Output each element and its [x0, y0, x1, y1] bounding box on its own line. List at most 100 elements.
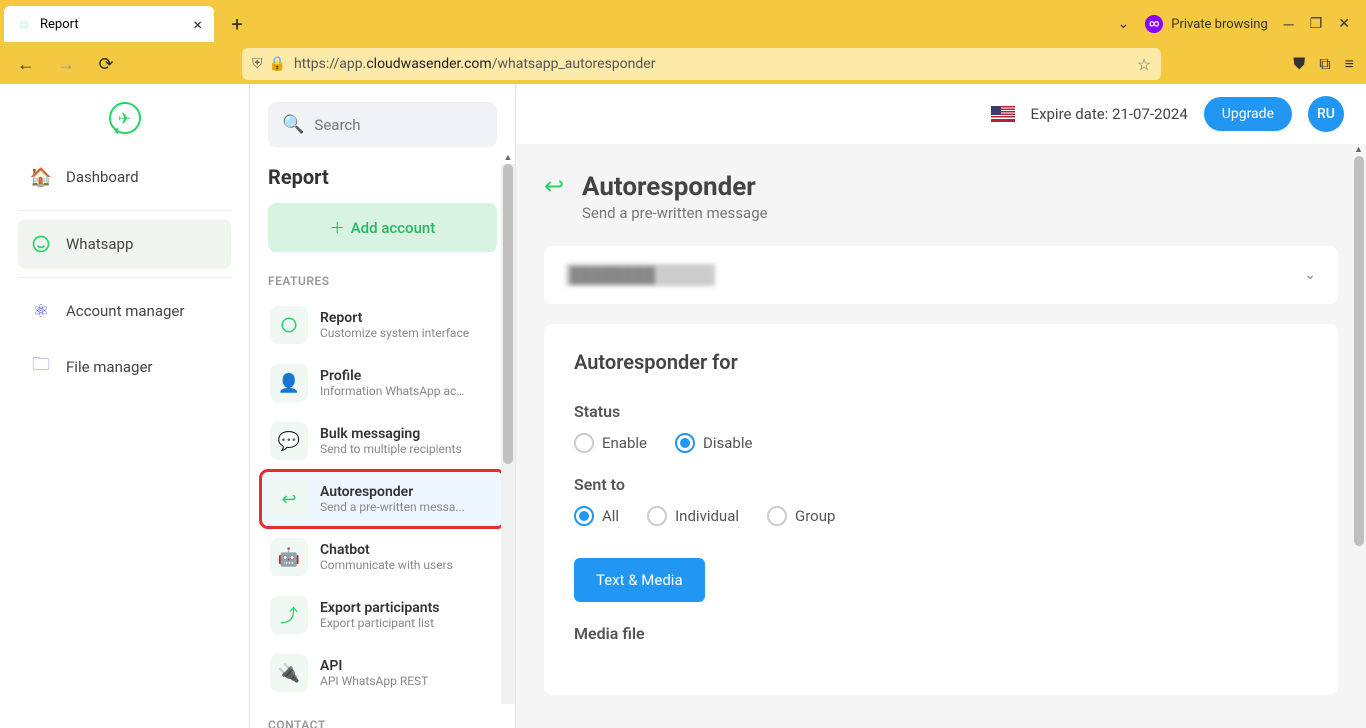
export-icon: ⤴	[270, 596, 308, 634]
reload-button[interactable]: ⟳	[92, 50, 120, 78]
url-text: https://app.cloudwasender.com/whatsapp_a…	[294, 56, 1129, 72]
flag-us-icon[interactable]	[991, 106, 1015, 122]
feature-desc: Information WhatsApp acc...	[320, 384, 470, 398]
feature-item-report[interactable]: Report Customize system interface	[260, 296, 505, 354]
chevron-down-icon: ⌄	[1304, 267, 1316, 283]
search-icon: 🔍	[282, 114, 304, 135]
feature-item-autoresponder[interactable]: ↩ Autoresponder Send a pre-written messa…	[260, 470, 505, 528]
home-icon: 🏠	[30, 166, 52, 188]
whatsapp-icon: ◌	[16, 16, 32, 32]
whatsapp-icon	[30, 233, 52, 255]
radio-icon	[675, 433, 695, 453]
chevron-down-icon[interactable]: ⌄	[1118, 16, 1130, 32]
new-tab-button[interactable]: +	[222, 9, 252, 39]
close-icon[interactable]: ×	[193, 15, 202, 34]
feature-title: API	[320, 658, 428, 674]
browser-tab[interactable]: ◌ Report ×	[4, 6, 214, 42]
feature-desc: Export participant list	[320, 616, 440, 630]
feature-item-bulk-messaging[interactable]: 💬 Bulk messaging Send to multiple recipi…	[260, 412, 505, 470]
sidebar-item-label: File manager	[66, 358, 152, 376]
scrollbar-thumb[interactable]	[1354, 156, 1364, 546]
feature-title: Autoresponder	[320, 484, 465, 500]
autoresponder-form: Autoresponder for Status Enable Disable	[544, 324, 1338, 695]
status-label: Status	[574, 402, 1308, 421]
back-button[interactable]: ←	[12, 50, 40, 78]
radio-icon	[574, 506, 594, 526]
radio-all[interactable]: All	[574, 506, 619, 526]
sidebar-panel: 🔍 Report ＋ Add account FEATURES Report C…	[250, 84, 516, 728]
radio-icon	[574, 433, 594, 453]
main-content: Expire date: 21-07-2024 Upgrade RU ↩ Aut…	[516, 84, 1366, 728]
app-logo[interactable]: ✈	[0, 84, 249, 152]
forward-button[interactable]: →	[52, 50, 80, 78]
extensions-icon[interactable]: ⧉	[1319, 54, 1330, 74]
form-title: Autoresponder for	[574, 350, 1308, 374]
page-subtitle: Send a pre-written message	[582, 204, 768, 222]
close-window-button[interactable]: ✕	[1338, 16, 1350, 33]
logo-icon: ✈	[109, 102, 141, 134]
features-label: FEATURES	[250, 270, 515, 296]
sentto-label: Sent to	[574, 475, 1308, 494]
main-scrollbar[interactable]: ▲	[1352, 144, 1364, 724]
nodes-icon: ⚛	[30, 300, 52, 322]
page-title: Autoresponder	[582, 172, 768, 202]
plug-icon: 🔌	[270, 654, 308, 692]
tab-bar: ◌ Report × + ⌄ Private browsing ─ ❐ ✕	[0, 0, 1366, 44]
minimize-button[interactable]: ─	[1284, 16, 1294, 33]
scroll-up-icon[interactable]: ▲	[1354, 144, 1363, 155]
expire-text: Expire date: 21-07-2024	[1031, 105, 1188, 123]
pocket-icon[interactable]: ⛊	[1293, 54, 1305, 74]
radio-icon	[647, 506, 667, 526]
url-bar[interactable]: ⛨ 🔒 https://app.cloudwasender.com/whatsa…	[242, 48, 1161, 80]
text-media-tab[interactable]: Text & Media	[574, 558, 705, 602]
menu-icon[interactable]: ≡	[1345, 54, 1354, 74]
plus-icon: ＋	[330, 217, 345, 238]
feature-desc: Send to multiple recipients	[320, 442, 462, 456]
radio-individual[interactable]: Individual	[647, 506, 739, 526]
feature-item-profile[interactable]: 👤 Profile Information WhatsApp acc...	[260, 354, 505, 412]
add-account-button[interactable]: ＋ Add account	[268, 203, 497, 252]
sidebar-item-label: Whatsapp	[66, 235, 133, 253]
bookmark-icon[interactable]: ☆	[1137, 55, 1151, 74]
maximize-button[interactable]: ❐	[1310, 16, 1323, 33]
feature-title: Export participants	[320, 600, 440, 616]
lock-icon: 🔒	[269, 56, 286, 72]
divider	[18, 277, 231, 278]
account-selector[interactable]: ████████ ⌄	[544, 246, 1338, 304]
search-box[interactable]: 🔍	[268, 102, 497, 147]
search-input[interactable]	[314, 116, 513, 134]
account-value: ████████	[566, 264, 715, 286]
feature-title: Bulk messaging	[320, 426, 462, 442]
robot-icon: 🤖	[270, 538, 308, 576]
radio-icon	[767, 506, 787, 526]
private-browsing-badge: Private browsing	[1145, 15, 1268, 33]
feature-desc: Customize system interface	[320, 326, 469, 340]
avatar[interactable]: RU	[1308, 96, 1344, 132]
sidebar-item-dashboard[interactable]: 🏠 Dashboard	[18, 152, 231, 202]
sidebar-item-whatsapp[interactable]: Whatsapp	[18, 219, 231, 269]
reply-icon: ↩	[270, 480, 308, 518]
chat-icon: 💬	[270, 422, 308, 460]
scroll-up-icon[interactable]: ▲	[503, 152, 513, 164]
contact-label: CONTACT	[250, 714, 515, 728]
feature-item-api[interactable]: 🔌 API API WhatsApp REST	[260, 644, 505, 702]
sidebar-item-label: Dashboard	[66, 168, 139, 186]
tab-title: Report	[40, 17, 79, 32]
sidebar-item-account-manager[interactable]: ⚛ Account manager	[18, 286, 231, 336]
feature-desc: Send a pre-written messa...	[320, 500, 465, 514]
sidebar-item-file-manager[interactable]: 🗀 File manager	[18, 342, 231, 392]
radio-group[interactable]: Group	[767, 506, 835, 526]
sidebar-left: ✈ 🏠 Dashboard Whatsapp ⚛ Account manager…	[0, 84, 250, 728]
mask-icon	[1145, 15, 1163, 33]
radio-disable[interactable]: Disable	[675, 433, 752, 453]
divider	[18, 210, 231, 211]
panel-title: Report	[250, 161, 515, 203]
folder-icon: 🗀	[30, 356, 52, 378]
feature-item-export-participants[interactable]: ⤴ Export participants Export participant…	[260, 586, 505, 644]
feature-item-chatbot[interactable]: 🤖 Chatbot Communicate with users	[260, 528, 505, 586]
upgrade-button[interactable]: Upgrade	[1204, 97, 1292, 131]
sidebar-item-label: Account manager	[66, 302, 184, 320]
scrollbar-thumb[interactable]	[503, 164, 513, 464]
radio-enable[interactable]: Enable	[574, 433, 647, 453]
feature-title: Profile	[320, 368, 470, 384]
